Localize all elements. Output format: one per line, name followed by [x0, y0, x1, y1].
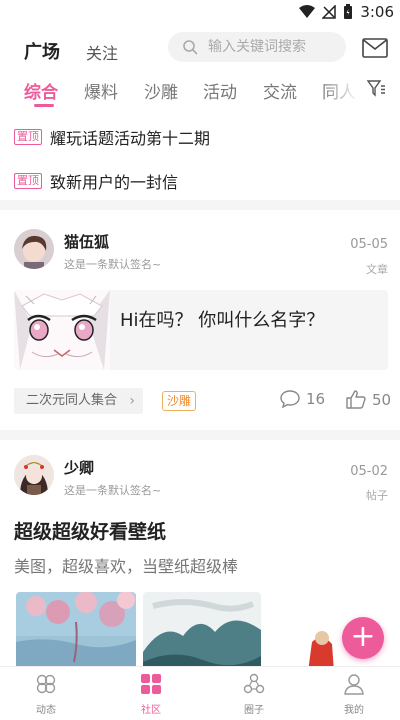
- post-preview-card[interactable]: Hi在吗？ 你叫什么名字？: [14, 290, 388, 370]
- comment-count: 16: [306, 390, 326, 408]
- like-count: 50: [372, 390, 392, 409]
- post-preview-text: Hi在吗？ 你叫什么名字？: [120, 310, 325, 331]
- nav-label: 社区: [141, 705, 161, 716]
- category-tab-chat[interactable]: 交流: [263, 78, 297, 103]
- section-divider: [0, 200, 400, 210]
- chevron-right-icon: ›: [129, 393, 136, 409]
- category-tabs: 综合 爆料 沙雕 活动 交流 同人: [0, 70, 400, 110]
- top-header: 广场 关注: [0, 28, 400, 68]
- status-bar: 3:06: [0, 0, 400, 26]
- username[interactable]: 少卿: [64, 457, 94, 478]
- nav-item-profile[interactable]: 我的: [324, 673, 384, 716]
- nav-item-community[interactable]: 社区: [121, 673, 181, 716]
- pinned-item[interactable]: 置顶 耀玩话题活动第十二期: [14, 126, 384, 148]
- thumbs-up-icon: [346, 390, 366, 409]
- topic-chip-label: 二次元同人集合: [26, 393, 118, 408]
- circles-icon: [243, 673, 265, 694]
- active-tab-indicator: [34, 104, 54, 107]
- nav-label: 圈子: [244, 705, 264, 716]
- pinned-title: 致新用户的一封信: [50, 173, 179, 192]
- category-tab-news[interactable]: 爆料: [84, 78, 118, 103]
- tag-badge[interactable]: 沙雕: [162, 391, 197, 411]
- post-image[interactable]: [16, 592, 136, 672]
- user-icon: [344, 674, 364, 695]
- anime-face-image: [14, 290, 110, 370]
- grid-icon: [141, 674, 161, 694]
- battery-icon: [344, 4, 353, 19]
- search-input[interactable]: [208, 39, 336, 55]
- pinned-item[interactable]: 置顶 致新用户的一封信: [14, 170, 384, 192]
- avatar[interactable]: [14, 229, 54, 269]
- pinned-badge: 置顶: [14, 129, 42, 145]
- comment-icon: [280, 390, 300, 408]
- no-signal-icon: [322, 5, 337, 19]
- nav-label: 我的: [344, 705, 364, 716]
- post-image[interactable]: [296, 592, 346, 672]
- category-tab-all[interactable]: 综合: [24, 78, 58, 103]
- post-date: 05-05: [350, 237, 388, 252]
- pinned-badge: 置顶: [14, 173, 42, 189]
- nav-label: 动态: [36, 705, 56, 716]
- like-button[interactable]: 50: [346, 390, 391, 409]
- tab-square[interactable]: 广场: [24, 38, 60, 64]
- clover-icon: [36, 674, 56, 694]
- search-icon: [183, 40, 198, 55]
- category-fade: [322, 72, 368, 104]
- post-type: 文章: [366, 263, 388, 276]
- user-signature: 这是一条默认签名~: [64, 484, 162, 497]
- post-date: 05-02: [350, 464, 388, 479]
- pinned-title: 耀玩话题活动第十二期: [50, 129, 211, 148]
- create-post-button[interactable]: +: [342, 617, 384, 659]
- search-box[interactable]: [168, 32, 346, 62]
- post-type: 帖子: [366, 489, 388, 502]
- category-tab-events[interactable]: 活动: [203, 78, 237, 103]
- post-image[interactable]: [143, 592, 261, 672]
- screen: 3:06 广场 关注 综合 爆料 沙雕 活动 交流 同人 置顶 耀玩话题活动第十…: [0, 0, 400, 720]
- bottom-navigation: 动态 社区 圈子 我的: [0, 666, 400, 720]
- post-body: 美图，超级喜欢，当壁纸超级棒: [14, 557, 239, 576]
- topic-chip[interactable]: 二次元同人集合 ›: [14, 388, 144, 414]
- comment-button[interactable]: 16: [280, 390, 325, 408]
- post-title[interactable]: 超级超级好看壁纸: [14, 517, 166, 544]
- category-tab-funny[interactable]: 沙雕: [144, 78, 178, 103]
- avatar[interactable]: [14, 455, 54, 495]
- section-divider: [0, 430, 400, 440]
- tab-follow[interactable]: 关注: [86, 40, 118, 64]
- nav-item-circles[interactable]: 圈子: [224, 673, 284, 716]
- username[interactable]: 猫伍狐: [64, 231, 109, 252]
- wifi-icon: [299, 5, 316, 18]
- user-signature: 这是一条默认签名~: [64, 258, 162, 271]
- status-time: 3:06: [360, 3, 394, 21]
- nav-item-feed[interactable]: 动态: [16, 673, 76, 716]
- filter-icon[interactable]: [366, 78, 386, 98]
- envelope-icon[interactable]: [362, 38, 388, 58]
- status-icons: 3:06: [299, 3, 394, 21]
